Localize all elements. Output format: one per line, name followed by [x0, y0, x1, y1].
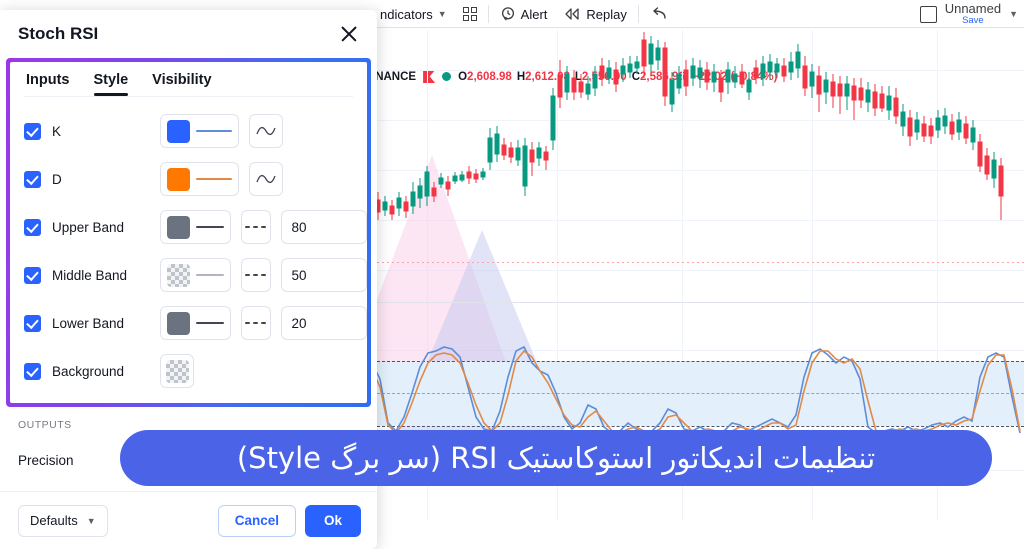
undo-arrow-icon: [653, 7, 666, 19]
grid-layout-icon: [462, 7, 477, 21]
dialog-footer: Defaults ▼ Cancel Ok: [0, 491, 377, 549]
footer-actions: Cancel Ok: [217, 504, 361, 537]
checkbox-background[interactable]: [24, 362, 41, 380]
color-picker-upper-band[interactable]: [160, 210, 231, 244]
label-upper-band: Upper Band: [52, 219, 125, 235]
wave-line-icon: [256, 174, 276, 184]
checkbox-d[interactable]: [24, 170, 41, 188]
style-row-k: K: [24, 107, 367, 155]
layout-chevron-down-icon[interactable]: ▼: [1009, 9, 1018, 19]
color-picker-lower-band[interactable]: [160, 306, 231, 340]
pane-divider: [372, 302, 1024, 303]
indicators-label: ndicators: [380, 6, 433, 22]
toolbar-right-group: Unnamed Save ▼: [919, 0, 1018, 28]
close-icon[interactable]: [337, 22, 361, 46]
defaults-dropdown[interactable]: Defaults ▼: [18, 504, 108, 537]
line-preview-d: [196, 178, 232, 180]
line-preview-middle-band: [196, 274, 224, 276]
line-preview-k: [196, 130, 232, 132]
dialog-tabs: Inputs Style Visibility: [10, 62, 367, 96]
tab-visibility-label: Visibility: [152, 72, 212, 88]
checkbox-upper-band[interactable]: [24, 218, 41, 236]
candlestick-series: [375, 32, 1004, 220]
alert-clock-icon: [501, 7, 514, 21]
linestyle-button-lower-band[interactable]: [240, 306, 271, 340]
tab-visibility[interactable]: Visibility: [152, 72, 211, 96]
line-preview-upper-band: [196, 226, 224, 228]
layout-square-icon[interactable]: [919, 5, 937, 23]
dialog-title: Stoch RSI: [18, 24, 99, 43]
indicators-button[interactable]: ndicators ▼: [372, 1, 455, 27]
label-k: K: [52, 123, 62, 139]
chevron-down-icon: ▼: [437, 9, 447, 19]
color-swatch-upper-band: [167, 215, 190, 239]
color-swatch-lower-band: [167, 311, 190, 335]
style-row-upper-band: Upper Band 80: [24, 203, 367, 251]
label-lower-band: Lower Band: [52, 315, 125, 331]
toolbar-divider-2: [637, 5, 639, 23]
style-row-lower-band: Lower Band 20: [24, 299, 367, 347]
value-input-upper-band[interactable]: 80: [280, 210, 367, 244]
ok-button[interactable]: Ok: [304, 504, 361, 537]
checkbox-lower-band[interactable]: [24, 314, 41, 332]
tab-style-label: Style: [93, 72, 129, 88]
dashed-line-icon: [245, 322, 267, 324]
toolbar-divider: [487, 5, 489, 23]
line-preview-lower-band: [196, 322, 224, 324]
linestyle-button-k[interactable]: [249, 114, 283, 148]
color-swatch-background: [165, 359, 189, 383]
label-middle-band: Middle Band: [52, 267, 128, 283]
tab-style[interactable]: Style: [93, 72, 129, 96]
dashed-line-icon: [245, 274, 267, 276]
value-input-middle-band[interactable]: 50: [280, 258, 367, 292]
color-picker-middle-band[interactable]: [160, 258, 231, 292]
checkbox-middle-band[interactable]: [24, 266, 41, 284]
layout-button[interactable]: [455, 1, 485, 27]
value-input-lower-band[interactable]: 20: [280, 306, 367, 340]
alert-label: Alert: [520, 6, 548, 22]
checkbox-k[interactable]: [24, 122, 41, 140]
replay-button[interactable]: Replay: [555, 1, 634, 27]
undo-button[interactable]: [642, 1, 676, 27]
tab-inputs-label: Inputs: [26, 72, 70, 88]
screen: ndicators ▼ Alert Replay Unnamed Save ▼ …: [0, 0, 1024, 549]
replay-label: Replay: [586, 6, 627, 22]
layout-name-label: Unnamed: [944, 1, 1002, 17]
color-picker-d[interactable]: [160, 162, 239, 196]
tab-inputs[interactable]: Inputs: [26, 72, 70, 96]
style-row-d: D: [24, 155, 367, 203]
style-row-background: Background: [24, 347, 367, 395]
layout-name-button[interactable]: Unnamed Save: [945, 2, 1001, 26]
color-swatch-middle-band: [167, 263, 190, 287]
color-swatch-k: [167, 119, 190, 143]
style-rows: K D Upper Band 80 Middle Band 50 Lower B…: [10, 97, 367, 395]
replay-rewind-icon: [565, 8, 580, 20]
linestyle-button-upper-band[interactable]: [240, 210, 271, 244]
chevron-down-icon: ▼: [86, 515, 96, 526]
dashed-line-icon: [245, 226, 267, 228]
style-row-middle-band: Middle Band 50: [24, 251, 367, 299]
color-swatch-d: [167, 167, 190, 191]
current-price-line: [372, 262, 1024, 263]
cancel-button[interactable]: Cancel: [217, 504, 296, 537]
linestyle-button-middle-band[interactable]: [240, 258, 271, 292]
wave-line-icon: [256, 126, 276, 136]
label-background: Background: [52, 363, 125, 379]
style-tab-highlight: Inputs Style Visibility K D Upper Band 8…: [6, 58, 371, 407]
toolbar-left-group: ndicators ▼ Alert Replay: [372, 0, 676, 28]
alert-button[interactable]: Alert: [492, 1, 556, 27]
color-picker-k[interactable]: [160, 114, 239, 148]
color-picker-background[interactable]: [160, 354, 194, 388]
dialog-header: Stoch RSI: [0, 10, 377, 58]
linestyle-button-d[interactable]: [249, 162, 283, 196]
defaults-label: Defaults: [30, 513, 78, 528]
annotation-caption: تنظیمات اندیکاتور استوکاستیک RSI (سر برگ…: [120, 430, 992, 486]
label-d: D: [52, 171, 62, 187]
save-link[interactable]: Save: [962, 16, 984, 26]
